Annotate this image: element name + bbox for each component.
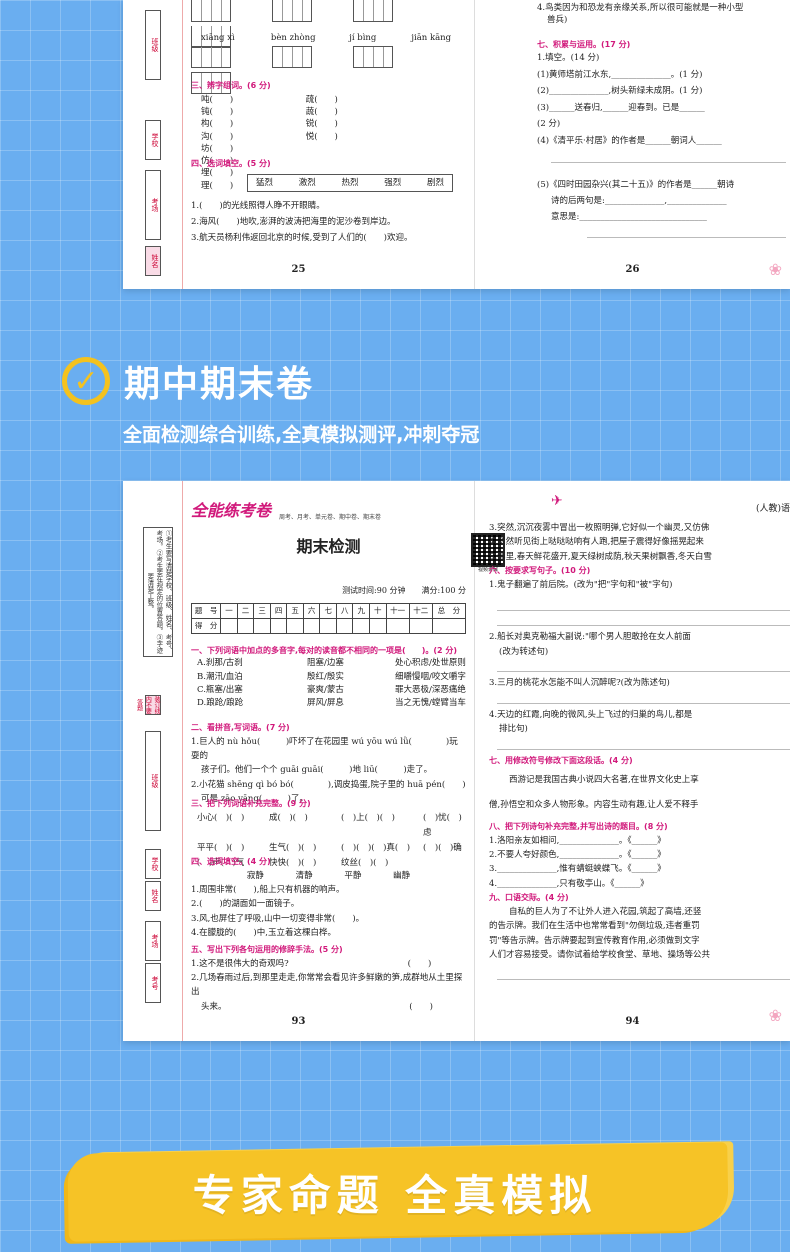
section-heading: ✓ 期中期末卷: [62, 355, 314, 407]
section-3-title: 三、辨字组词。(6 分): [191, 81, 271, 90]
line-4: 4.鸟类因为和恐龙有亲缘关系,所以很可能就是一种小型: [537, 3, 744, 13]
char-col-1: 吨( ) 钝( ) 构( ) 沟( ): [201, 94, 234, 142]
footer-slogan: 专家命题 全真模拟: [192, 1171, 598, 1220]
score-table: 题 号 一二三四五六七八九十 十一 十二总 分 得 分: [190, 599, 467, 634]
section-6-title: 六、按要求写句子。(10 分): [489, 566, 591, 576]
char-col-2: 疏( ) 蔬( ) 锐( ) 悦( ): [305, 94, 338, 142]
bottom-exam-sheet: ①考生要写清楚学校、班级、姓名、考号、考场。②考生要在规定的位置答题。③字迹要清…: [123, 481, 790, 1041]
exam-room-label-box: 考场: [145, 921, 161, 961]
section-1-title: 一、下列词语中加点的多音字,每对的读音都不相同的一项是( )。(2 分): [191, 646, 458, 655]
section-8-title: 八、把下列诗句补充完整,并写出诗的题目。(8 分): [489, 822, 668, 831]
heading-subtitle: 全面检测综合训练,全真模拟测评,冲刺夺冠: [123, 424, 480, 446]
side-label-school: 学校: [151, 133, 159, 147]
section-4: 四、选词填空。(4 分) 寂静 清静 平静 幽静 1.周围非常( ),船上只有机器的响…: [191, 855, 466, 941]
class-label-box: 班级: [145, 10, 161, 80]
pinyin-1: xiāng xì: [201, 33, 235, 43]
corner-label: (人教)语: [755, 504, 790, 514]
pinyin-4: jiān kāng: [411, 33, 452, 43]
cut-line-label: 装订线内不要答题: [135, 695, 161, 715]
fill-item-3: 3.航天员杨利伟返回北京的时候,受到了人们的( )欢迎。: [191, 233, 413, 244]
side-label-class: 班级: [151, 38, 159, 52]
name-label-box: 姓名: [145, 881, 161, 911]
brand-tags: 周考、月考、单元卷、期中卷、期末卷: [279, 513, 382, 521]
school-label-box: 学校: [145, 120, 161, 160]
exam-title: 期末检测: [296, 537, 361, 556]
line-4b: 兽兵): [547, 15, 568, 26]
page-number: 25: [291, 263, 306, 275]
grid-row-top: [191, 0, 466, 53]
section-3-title: 三、把下列词语补充完整。(9 分): [191, 799, 311, 808]
section-4-title: 四、选词填空。(5 分): [191, 159, 271, 168]
fill-item-2: 2.海风( )地吹,澎湃的波涛把海里的泥沙卷到岸边。: [191, 217, 396, 228]
page-25: 班级 学校 考场 姓名 xiāng xì bèn zhòng jí bìng j…: [123, 0, 475, 289]
word-choice-box: 猛烈 激烈 热烈 强烈 剧烈: [247, 173, 453, 192]
top-exam-sheet: 班级 学校 考场 姓名 xiāng xì bèn zhòng jí bìng j…: [123, 0, 790, 289]
heading-title: 期中期末卷: [124, 364, 315, 405]
section-4-top: 四、选词填空。(5 分) 猛烈 激烈 热烈 强烈 剧烈 1.( )的光线照得人睁不开眼睛…: [191, 158, 466, 246]
page-number: 93: [291, 1015, 306, 1027]
pinyin-row: xiāng xì bèn zhòng jí bìng jiān kāng: [191, 32, 466, 44]
class-label-box: 班级: [145, 731, 161, 831]
page-94: (人教)语 ✈ 3.突然,沉沉夜雾中冒出一枚照明弹,它好似一个幽灵,又仿佛 4.…: [475, 481, 790, 1041]
arrow-deco-icon: ✈: [551, 493, 563, 509]
section-5-title: 五、写出下列各句运用的修辞手法。(5 分): [191, 945, 343, 954]
brand-row: 全能练考卷 周考、月考、单元卷、期中卷、期末卷: [191, 499, 466, 522]
exam-room-label-box: 考场: [145, 170, 161, 240]
checkmark-icon: ✓: [62, 357, 110, 405]
exam-meta: 测试时间:90 分钟 满分:100 分: [342, 586, 466, 595]
section-4-title: 四、选词填空。(4 分): [191, 857, 271, 866]
section-1: 一、下列词语中加点的多音字,每对的读音都不相同的一项是( )。(2 分) A.刹…: [191, 646, 466, 708]
section-7-title: 七、积累与运用。(17 分): [537, 39, 631, 49]
section-7-title: 七、用修改符号修改下面这段话。(4 分): [489, 755, 633, 765]
section-2-title: 二、看拼音,写词语。(7 分): [191, 723, 290, 732]
pinyin-2: bèn zhòng: [270, 33, 316, 43]
brand-logo: 全能练考卷: [191, 501, 272, 520]
notice-box: ①考生要写清楚学校、班级、姓名、考号、考场。②考生要在规定的位置答题。③字迹要清…: [143, 527, 173, 657]
section-2: 二、看拼音,写词语。(7 分) 1.巨人的 nù hǒu( )吓坏了在花园里 w…: [191, 723, 466, 805]
pinyin-3: jí bìng: [349, 33, 377, 43]
section-9-title: 九、口语交际。(4 分): [489, 893, 569, 903]
fill-item-1: 1.( )的光线照得人睁不开眼睛。: [191, 200, 325, 211]
school-label-box: 学校: [145, 849, 161, 879]
page-number: 26: [625, 263, 640, 275]
exam-number-label-box: 考号: [145, 963, 161, 1003]
page-26: 4.鸟类因为和恐龙有亲缘关系,所以很可能就是一种小型 兽兵) 七、积累与运用。(…: [475, 0, 790, 289]
page-number: 94: [625, 1015, 640, 1027]
side-label-room: 考场: [151, 198, 159, 212]
section-5: 五、写出下列各句运用的修辞手法。(5 分) 1.这不是很伟大的奇观吗? ( ) …: [191, 943, 466, 1014]
page-93: ①考生要写清楚学校、班级、姓名、考号、考场。②考生要在规定的位置答题。③字迹要清…: [123, 481, 505, 1041]
